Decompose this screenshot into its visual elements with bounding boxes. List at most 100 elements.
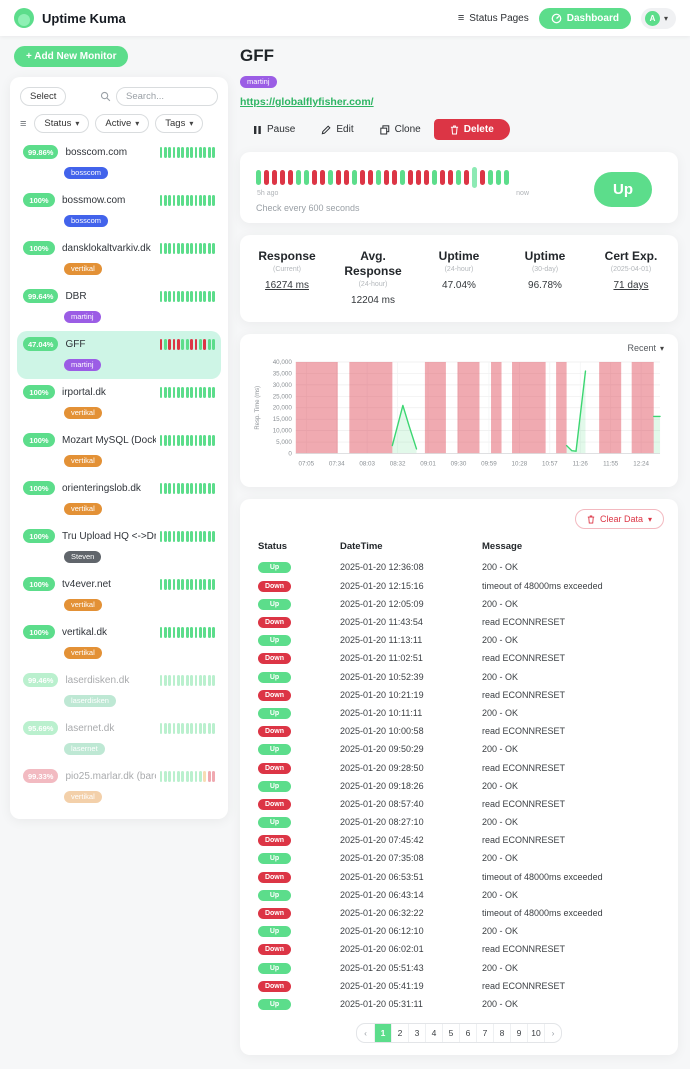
monitor-list-item[interactable]: 99.46%laserdisken.dklaserdisken	[17, 667, 221, 715]
page-prev-button[interactable]: ‹	[357, 1024, 374, 1042]
filter-tags[interactable]: Tags▾	[155, 114, 203, 133]
heartbeat-bar	[264, 170, 269, 185]
monitor-list-item[interactable]: 100%tv4ever.netvertikal	[17, 571, 221, 619]
big-heartbeat	[256, 166, 582, 188]
pause-button[interactable]: Pause	[240, 119, 308, 140]
heartbeat-bar	[186, 771, 189, 782]
monitor-list-item[interactable]: 100%irportal.dkvertikal	[17, 379, 221, 427]
monitor-tag: lasernet	[64, 743, 105, 755]
heartbeat-bar	[199, 723, 202, 734]
heartbeat-bar	[160, 579, 163, 590]
heartbeat-bar	[186, 627, 189, 638]
search-wrap	[100, 87, 218, 106]
status-badge: Up	[258, 744, 291, 755]
select-button[interactable]: Select	[20, 87, 66, 106]
monitor-list-item[interactable]: 99.64%DBRmartinj	[17, 283, 221, 331]
event-datetime: 2025-01-20 10:21:19	[340, 690, 482, 700]
event-message: timeout of 48000ms exceeded	[482, 908, 660, 918]
heartbeat-bar	[199, 627, 202, 638]
user-menu[interactable]: A ▾	[641, 8, 676, 29]
page-button-3[interactable]: 3	[408, 1024, 425, 1042]
status-badge: Up	[258, 963, 291, 974]
add-new-monitor-button[interactable]: + Add New Monitor	[14, 46, 128, 67]
svg-text:30,000: 30,000	[273, 382, 293, 389]
monitor-list-item[interactable]: 47.04%GFFmartinj	[17, 331, 221, 379]
monitor-list-item[interactable]: 100%Tru Upload HQ <->DrupalSteven	[17, 523, 221, 571]
event-datetime: 2025-01-20 07:35:08	[340, 853, 482, 863]
heartbeat-bar	[160, 723, 163, 734]
heartbeat-bar	[168, 243, 171, 254]
page-button-5[interactable]: 5	[442, 1024, 459, 1042]
heartbeat-bar	[208, 291, 211, 302]
heartbeat-bar	[168, 771, 171, 782]
status-badge: Up	[258, 635, 291, 646]
clone-button[interactable]: Clone	[367, 119, 434, 140]
heartbeat-bar	[181, 771, 184, 782]
heartbeat-bar	[203, 243, 206, 254]
heartbeat-bar	[464, 170, 469, 185]
page-button-9[interactable]: 9	[510, 1024, 527, 1042]
heartbeat-bar	[168, 531, 171, 542]
heartbeat-bar	[504, 170, 509, 185]
stat-item: Uptime(30-day)96.78%	[502, 249, 588, 306]
monitor-list-item[interactable]: 99.86%bosscom.combosscom	[17, 139, 221, 187]
svg-text:09:01: 09:01	[420, 460, 436, 467]
monitor-heartbeat	[160, 243, 215, 254]
heartbeat-bar	[195, 195, 198, 206]
heartbeat-bar	[186, 723, 189, 734]
sort-icon[interactable]: ≡	[20, 118, 26, 130]
status-pages-link[interactable]: ≡ Status Pages	[458, 12, 529, 24]
monitor-list-item[interactable]: 99.33%pio25.marlar.dk (bare til testvert…	[17, 763, 221, 811]
page-next-button[interactable]: ›	[544, 1024, 561, 1042]
monitor-list-item[interactable]: 95.69%lasernet.dklasernet	[17, 715, 221, 763]
heartbeat-bar	[376, 170, 381, 185]
heartbeat-bar	[177, 387, 180, 398]
sidebar: + Add New Monitor Select ≡ Status▾ Active…	[10, 46, 228, 819]
heartbeat-bar	[160, 291, 163, 302]
monitor-tag: Steven	[64, 551, 101, 563]
heartbeat-bar	[203, 771, 206, 782]
monitor-list-item[interactable]: 100%orienteringslob.dkvertikal	[17, 475, 221, 523]
page-button-1[interactable]: 1	[374, 1024, 391, 1042]
event-datetime: 2025-01-20 08:27:10	[340, 817, 482, 827]
heartbeat-bar	[173, 147, 176, 158]
page-button-2[interactable]: 2	[391, 1024, 408, 1042]
monitor-list-item[interactable]: 100%vertikal.dkvertikal	[17, 619, 221, 667]
page-button-8[interactable]: 8	[493, 1024, 510, 1042]
heartbeat-bar	[181, 483, 184, 494]
page-button-10[interactable]: 10	[527, 1024, 544, 1042]
heartbeat-bar	[208, 339, 211, 350]
heartbeat-bar	[168, 435, 171, 446]
dashboard-button[interactable]: Dashboard	[539, 8, 631, 29]
heartbeat-bar	[336, 170, 341, 185]
uptime-percent-badge: 99.46%	[23, 673, 58, 687]
page-button-7[interactable]: 7	[476, 1024, 493, 1042]
filter-active[interactable]: Active▾	[95, 114, 149, 133]
table-row: Down2025-01-20 07:45:42read ECONNRESET	[254, 831, 664, 849]
monitor-url-link[interactable]: https://globalflyfisher.com/	[240, 96, 374, 108]
brand[interactable]: Uptime Kuma	[14, 8, 126, 28]
filter-status[interactable]: Status▾	[34, 114, 89, 133]
heartbeat-bar	[181, 339, 184, 350]
monitor-tag: vertikal	[64, 503, 102, 515]
monitor-list-item[interactable]: 100%bossmow.combosscom	[17, 187, 221, 235]
heartbeat-bar	[190, 723, 193, 734]
chart-period-dropdown[interactable]: Recent ▾	[627, 343, 664, 353]
clear-data-button[interactable]: Clear Data ▾	[575, 509, 664, 529]
delete-button[interactable]: Delete	[434, 119, 510, 140]
table-row: Up2025-01-20 12:36:08200 - OK	[254, 558, 664, 576]
monitor-list-item[interactable]: 100%dansklokaltvarkiv.dkvertikal	[17, 235, 221, 283]
event-datetime: 2025-01-20 06:02:01	[340, 944, 482, 954]
search-input[interactable]	[116, 87, 218, 106]
event-message: 200 - OK	[482, 963, 660, 973]
uptime-percent-badge: 100%	[23, 529, 55, 543]
table-row: Up2025-01-20 06:43:14200 - OK	[254, 886, 664, 904]
edit-button[interactable]: Edit	[308, 119, 366, 140]
page-button-4[interactable]: 4	[425, 1024, 442, 1042]
monitor-list-item[interactable]: 100%Mozart MySQL (Docker)vertikal	[17, 427, 221, 475]
page-button-6[interactable]: 6	[459, 1024, 476, 1042]
event-message: 200 - OK	[482, 926, 660, 936]
heartbeat-bar	[199, 147, 202, 158]
heartbeat-bar	[203, 195, 206, 206]
heartbeat-bar	[416, 170, 421, 185]
